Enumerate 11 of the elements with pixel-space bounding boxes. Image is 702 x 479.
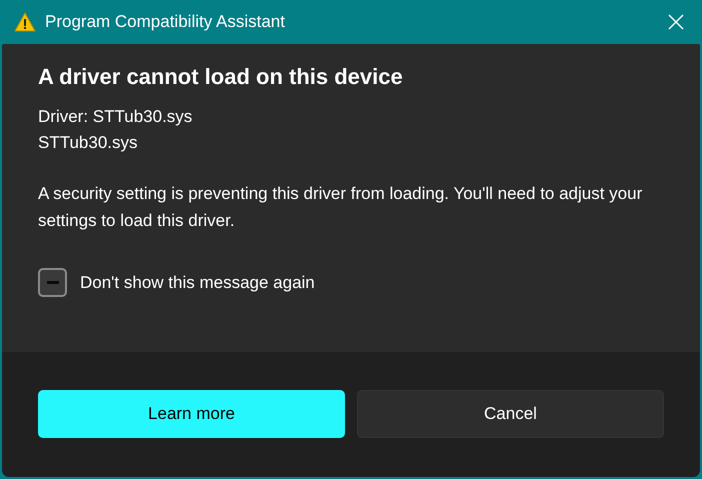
detail-text: Driver: STTub30.sys (38, 106, 194, 128)
checkbox-label: Don't show this message again (80, 272, 315, 294)
close-icon[interactable] (668, 14, 684, 30)
dialog-heading: A driver cannot load on this device (38, 63, 404, 91)
learn-more-button[interactable]: Learn more (38, 390, 345, 438)
checkbox[interactable] (38, 268, 67, 297)
detail-text: STTub30.sys (38, 132, 139, 154)
cancel-button[interactable]: Cancel (357, 390, 664, 438)
window-title: Program Compatibility Assistant (45, 11, 285, 34)
warning-icon (14, 12, 36, 32)
message-text: A security setting is preventing this driver from loading. You'll need to adjust your settings to load this driver. (38, 183, 644, 232)
